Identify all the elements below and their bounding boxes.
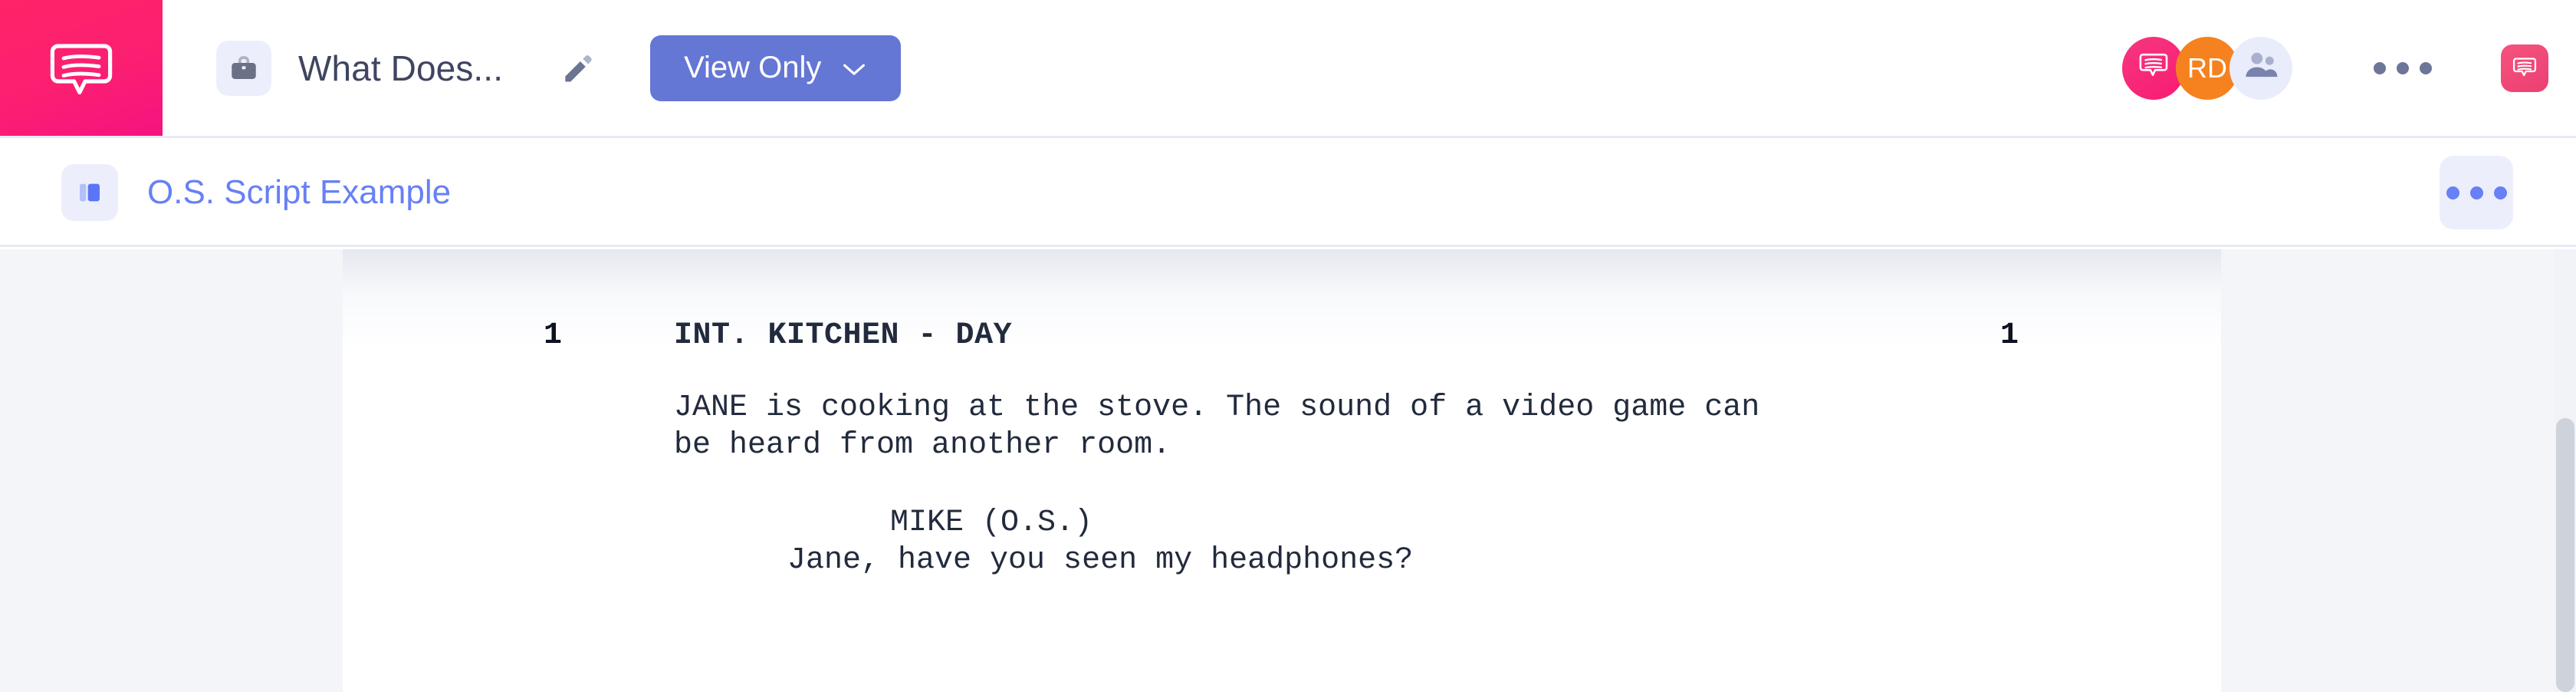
briefcase-icon[interactable] <box>216 40 271 96</box>
speech-bubble-icon <box>44 31 118 105</box>
top-header-bar: What Does... View Only RD <box>0 0 2576 138</box>
ellipsis-icon <box>2420 61 2432 74</box>
dialogue-line[interactable]: Jane, have you seen my headphones? <box>674 542 2221 579</box>
ellipsis-icon <box>2397 61 2409 74</box>
header-overflow-menu[interactable] <box>2366 50 2440 87</box>
avatar-initials: RD <box>2187 51 2227 84</box>
chat-panel-button[interactable] <box>2501 44 2548 92</box>
header-actions: RD <box>2122 36 2576 100</box>
ellipsis-icon <box>2493 186 2507 199</box>
script-page[interactable]: 1 INT. KITCHEN - DAY 1 JANE is cooking a… <box>343 249 2221 692</box>
document-panels-icon[interactable] <box>61 164 118 221</box>
app-root: What Does... View Only RD O.S. Script Ex… <box>0 0 2576 692</box>
ellipsis-icon <box>2374 61 2386 74</box>
pencil-icon[interactable] <box>557 47 600 90</box>
breadcrumb-overflow-menu[interactable] <box>2440 156 2513 229</box>
ellipsis-icon <box>2469 186 2483 199</box>
speech-bubble-icon <box>2137 48 2170 88</box>
speech-bubble-icon <box>2511 53 2538 83</box>
chevron-down-icon <box>841 51 867 85</box>
app-logo-block[interactable] <box>0 0 163 136</box>
scene-number-right: 1 <box>2000 318 2019 353</box>
view-mode-label: View Only <box>684 51 822 84</box>
breadcrumb-label[interactable]: O.S. Script Example <box>147 173 451 212</box>
breadcrumb-bar: O.S. Script Example <box>0 140 2576 247</box>
vertical-scrollbar-track[interactable] <box>2555 249 2576 692</box>
vertical-scrollbar-thumb[interactable] <box>2556 418 2574 692</box>
document-meta: What Does... <box>216 40 600 96</box>
scene-heading[interactable]: INT. KITCHEN - DAY <box>674 317 1012 354</box>
document-title: What Does... <box>298 48 504 88</box>
action-paragraph[interactable]: JANE is cooking at the stove. The sound … <box>674 389 1977 464</box>
screenplay-content: 1 INT. KITCHEN - DAY 1 JANE is cooking a… <box>343 249 2221 579</box>
avatar-add-collaborators[interactable] <box>2229 36 2292 100</box>
avatar-group: RD <box>2122 36 2292 100</box>
scene-heading-row: 1 INT. KITCHEN - DAY 1 <box>343 317 2221 363</box>
document-canvas: 1 INT. KITCHEN - DAY 1 JANE is cooking a… <box>0 249 2576 692</box>
people-icon <box>2242 48 2279 88</box>
character-cue[interactable]: MIKE (O.S.) <box>674 504 2221 542</box>
scene-number-left: 1 <box>544 318 563 353</box>
ellipsis-icon <box>2446 186 2459 199</box>
view-mode-button[interactable]: View Only <box>650 35 902 101</box>
